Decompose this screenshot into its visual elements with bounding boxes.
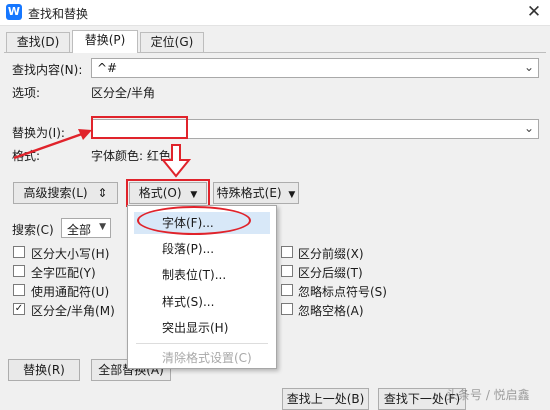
- menu-item-clear-formatting: 清除格式设置(C): [162, 351, 252, 365]
- menu-item-paragraph[interactable]: 段落(P)...: [134, 238, 270, 260]
- watermark: 头条号 / 悦启鑫: [446, 388, 530, 402]
- annotation-font-ellipse: [137, 206, 251, 235]
- annotation-down-arrow: [160, 144, 192, 178]
- menu-item-tabs[interactable]: 制表位(T)...: [134, 264, 270, 286]
- menu-item-style[interactable]: 样式(S)...: [134, 291, 270, 313]
- menu-item-highlight[interactable]: 突出显示(H): [134, 317, 270, 339]
- annotation-arrow-line: [13, 132, 83, 160]
- menu-separator: [136, 343, 268, 344]
